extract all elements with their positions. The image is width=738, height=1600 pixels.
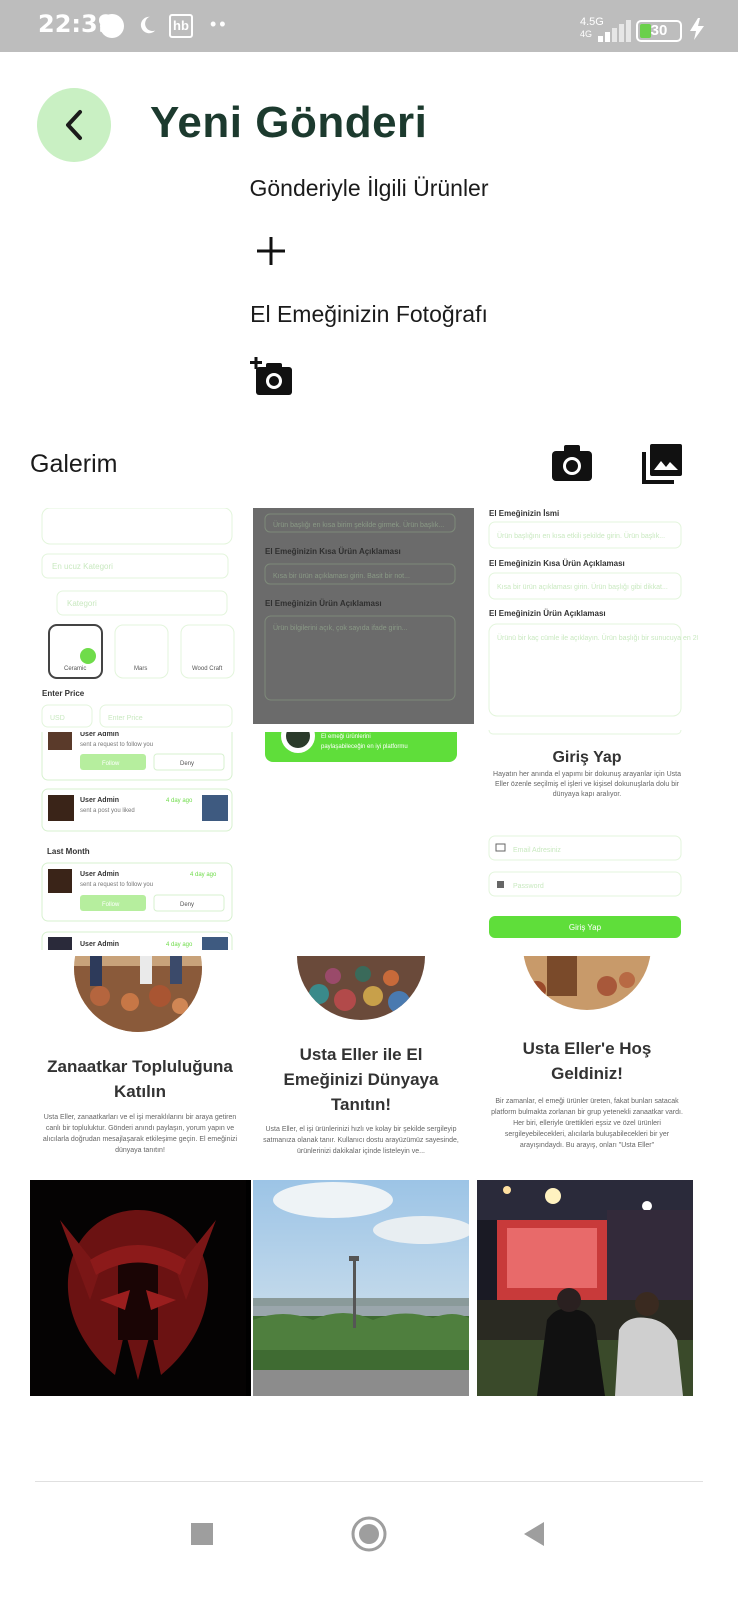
gallery-photo[interactable]: [477, 1180, 698, 1396]
mini-onboarding-body: Usta Eller, zanaatkarları ve el işi mera…: [42, 1114, 238, 1154]
mini-notif-time: 4 day ago: [166, 798, 193, 804]
craft-photo-label: El Emeğinizin Fotoğrafı: [250, 301, 488, 327]
system-back-button[interactable]: [510, 1510, 558, 1558]
gallery-item[interactable]: Usta Eller'e Hoş Geldiniz! Bir zamanlar,…: [477, 956, 698, 1174]
mini-card-line-2: paylaşabileceğin en iyi platformu: [321, 744, 408, 750]
gallery-item[interactable]: User Admin sent a request to follow you …: [30, 732, 251, 950]
gallery-grid: En ucuz Kategori Kategori Ceramic Mars W…: [30, 508, 710, 1398]
camera-icon[interactable]: [552, 445, 592, 481]
charging-bolt-icon: [690, 18, 704, 40]
circle-home-icon: [351, 1516, 387, 1552]
mini-cat-1: Ceramic: [64, 666, 86, 672]
mini-cat-2: Mars: [134, 666, 147, 672]
chevron-left-icon: [66, 110, 82, 140]
gallery-title: Galerim: [30, 450, 118, 478]
mini-label-1: El Emeğinizin İsmi: [489, 509, 559, 518]
mini-notif-user: User Admin: [80, 871, 119, 878]
gallery-item[interactable]: El emeği ürünlerini paylaşabileceğin en …: [253, 732, 474, 950]
mini-section: Last Month: [47, 847, 90, 856]
mini-notif-user: User Admin: [80, 732, 119, 738]
mini-price-placeholder: Enter Price: [108, 715, 143, 722]
mini-field-3: Ürünü bir kaç cümle ile açıklayın. Ürün …: [497, 634, 698, 642]
mini-card-line-1: El emeği ürünlerini: [321, 734, 371, 740]
concert-photo-image: [477, 1180, 693, 1396]
mini-label-3: El Emeğinizin Ürün Açıklaması: [265, 599, 382, 608]
mini-login-email: Email Adresiniz: [513, 847, 561, 854]
page-title: Yeni Gönderi: [150, 98, 428, 147]
mini-onboarding-title: Usta Eller ile El Emeğinizi Dünyaya Tanı…: [283, 1045, 439, 1114]
mini-label-2: El Emeğinizin Kısa Ürün Açıklaması: [265, 547, 401, 556]
add-a-photo-icon[interactable]: [250, 357, 294, 397]
related-products-label: Gönderiyle İlgili Ürünler: [249, 175, 489, 201]
mini-notif-user: User Admin: [80, 941, 119, 948]
nav-divider: [35, 1481, 703, 1482]
mini-field-2: Kısa bir ürün açıklaması girin. Basit bi…: [273, 573, 410, 580]
back-button[interactable]: [37, 88, 111, 162]
app-notification-icon: [100, 14, 124, 38]
gallery-item[interactable]: Zanaatkar Topluluğuna Katılın Usta Eller…: [30, 956, 251, 1174]
mini-follow: Follow: [102, 902, 120, 908]
mini-currency: USD: [50, 715, 65, 722]
gallery-item[interactable]: En ucuz Kategori Kategori Ceramic Mars W…: [30, 508, 251, 728]
mini-price-label: Enter Price: [42, 689, 85, 698]
gallery-item[interactable]: Giriş Yap Hayatın her anında el yapımı b…: [477, 730, 698, 950]
red-wolf-logo-image: [30, 1180, 246, 1396]
mini-cat-3: Wood Craft: [192, 666, 223, 672]
mini-deny: Deny: [180, 902, 194, 908]
mini-login-title: Giriş Yap: [552, 749, 621, 766]
mini-follow: Follow: [102, 761, 120, 767]
mini-label-3: El Emeğinizin Ürün Açıklaması: [489, 609, 606, 618]
recent-apps-button[interactable]: [178, 1510, 226, 1558]
more-dots-icon: ••: [210, 14, 229, 34]
plus-icon[interactable]: [257, 237, 285, 265]
battery-icon: 30: [636, 20, 682, 42]
mini-select-2: Kategori: [67, 599, 97, 608]
signal-icon: [598, 20, 631, 42]
mini-field-1: Ürün başlığı en kısa birim şekilde girme…: [273, 521, 444, 529]
mini-notif-time: 4 day ago: [190, 872, 217, 878]
mini-select-1: En ucuz Kategori: [52, 562, 113, 571]
mini-field-3: Ürün bilgilerini açık, çok sayıda ifade …: [273, 624, 408, 632]
mini-notif-user: User Admin: [80, 797, 119, 804]
mini-login-body: Hayatın her anında el yapımı bir dokunuş…: [493, 771, 681, 798]
mini-notif-req: sent a request to follow you: [80, 742, 153, 748]
mini-login-button: Giriş Yap: [569, 923, 602, 932]
mini-notif-time: 4 day ago: [166, 942, 193, 948]
square-recent-icon: [191, 1523, 213, 1545]
hb-icon: hb: [169, 14, 193, 38]
photo-library-icon[interactable]: [642, 444, 682, 484]
moon-icon: [140, 16, 156, 34]
mini-notif-req: sent a request to follow you: [80, 882, 153, 888]
status-bar: 22:39 hb •• 4.5G 4G 30: [0, 0, 738, 52]
mini-notif-msg: sent a post you liked: [80, 808, 135, 814]
gallery-photo[interactable]: [30, 1180, 251, 1396]
triangle-back-icon: [524, 1522, 544, 1546]
mini-deny: Deny: [180, 761, 194, 767]
battery-level: 30: [650, 22, 668, 39]
mini-label-2: El Emeğinizin Kısa Ürün Açıklaması: [489, 559, 625, 568]
gallery-item[interactable]: Usta Eller ile El Emeğinizi Dünyaya Tanı…: [253, 956, 474, 1174]
seaside-photo-image: [253, 1180, 469, 1396]
mini-onboarding-body: Usta Eller, el işi ürünlerinizi hızlı ve…: [263, 1126, 459, 1155]
gallery-item[interactable]: El Emeğinizin İsmi Ürün başlığını en kıs…: [477, 508, 698, 724]
gallery-item-selected[interactable]: Ürün başlığı en kısa birim şekilde girme…: [253, 508, 474, 724]
home-button[interactable]: [345, 1510, 393, 1558]
mini-field-2: Kısa bir ürün açıklaması girin. Ürün baş…: [497, 583, 668, 591]
mini-onboarding-title: Usta Eller'e Hoş Geldiniz!: [522, 1039, 652, 1083]
mini-field-1: Ürün başlığını en kısa etkili şekilde gi…: [497, 532, 665, 540]
mini-login-password: Password: [513, 883, 544, 890]
gallery-photo[interactable]: [253, 1180, 474, 1396]
mini-onboarding-title: Zanaatkar Topluluğuna Katılın: [47, 1057, 233, 1101]
mini-onboarding-body: Bir zamanlar, el emeği ürünler üreten, f…: [491, 1098, 683, 1149]
